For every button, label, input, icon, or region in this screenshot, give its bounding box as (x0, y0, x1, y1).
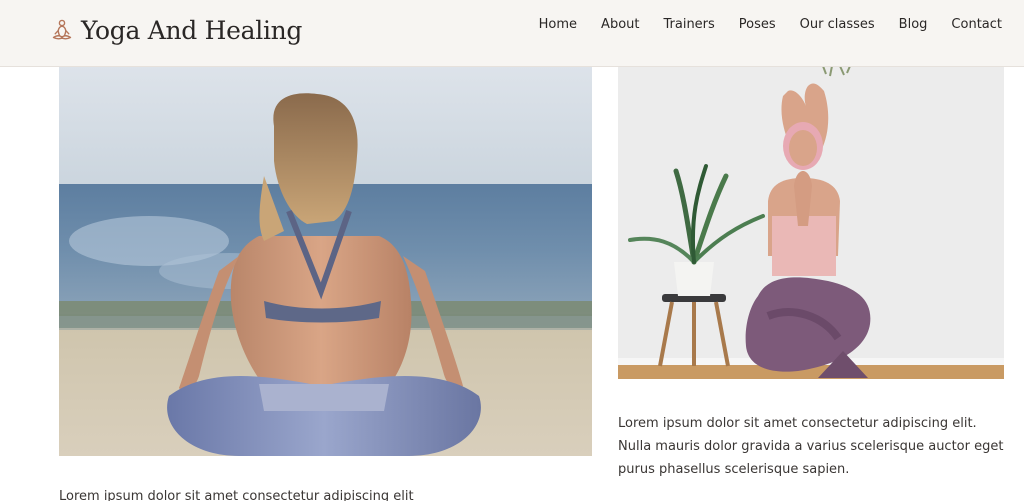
woman-eagle-pose-with-plant-photo (618, 66, 1004, 379)
nav-item-contact[interactable]: Contact (951, 17, 1002, 32)
woman-meditating-by-sea-photo (59, 66, 592, 456)
brand-name: Yoga And Healing (81, 15, 303, 45)
page: Yoga And Healing Home About Trainers Pos… (0, 0, 1024, 501)
nav-item-home[interactable]: Home (539, 17, 577, 32)
site-header: Yoga And Healing Home About Trainers Pos… (0, 0, 1024, 67)
brand-logo-link[interactable]: Yoga And Healing (50, 10, 302, 50)
gallery-caption-left: Lorem ipsum dolor sit amet consectetur a… (59, 489, 414, 501)
meditation-icon (50, 18, 74, 42)
gallery-caption-right: Lorem ipsum dolor sit amet consectetur a… (618, 416, 1004, 477)
nav-item-our-classes[interactable]: Our classes (800, 17, 875, 32)
nav-item-blog[interactable]: Blog (899, 17, 928, 32)
nav-item-trainers[interactable]: Trainers (663, 17, 714, 32)
nav-item-about[interactable]: About (601, 17, 639, 32)
nav-item-poses[interactable]: Poses (739, 17, 776, 32)
main-nav: Home About Trainers Poses Our classes Bl… (515, 17, 1002, 32)
